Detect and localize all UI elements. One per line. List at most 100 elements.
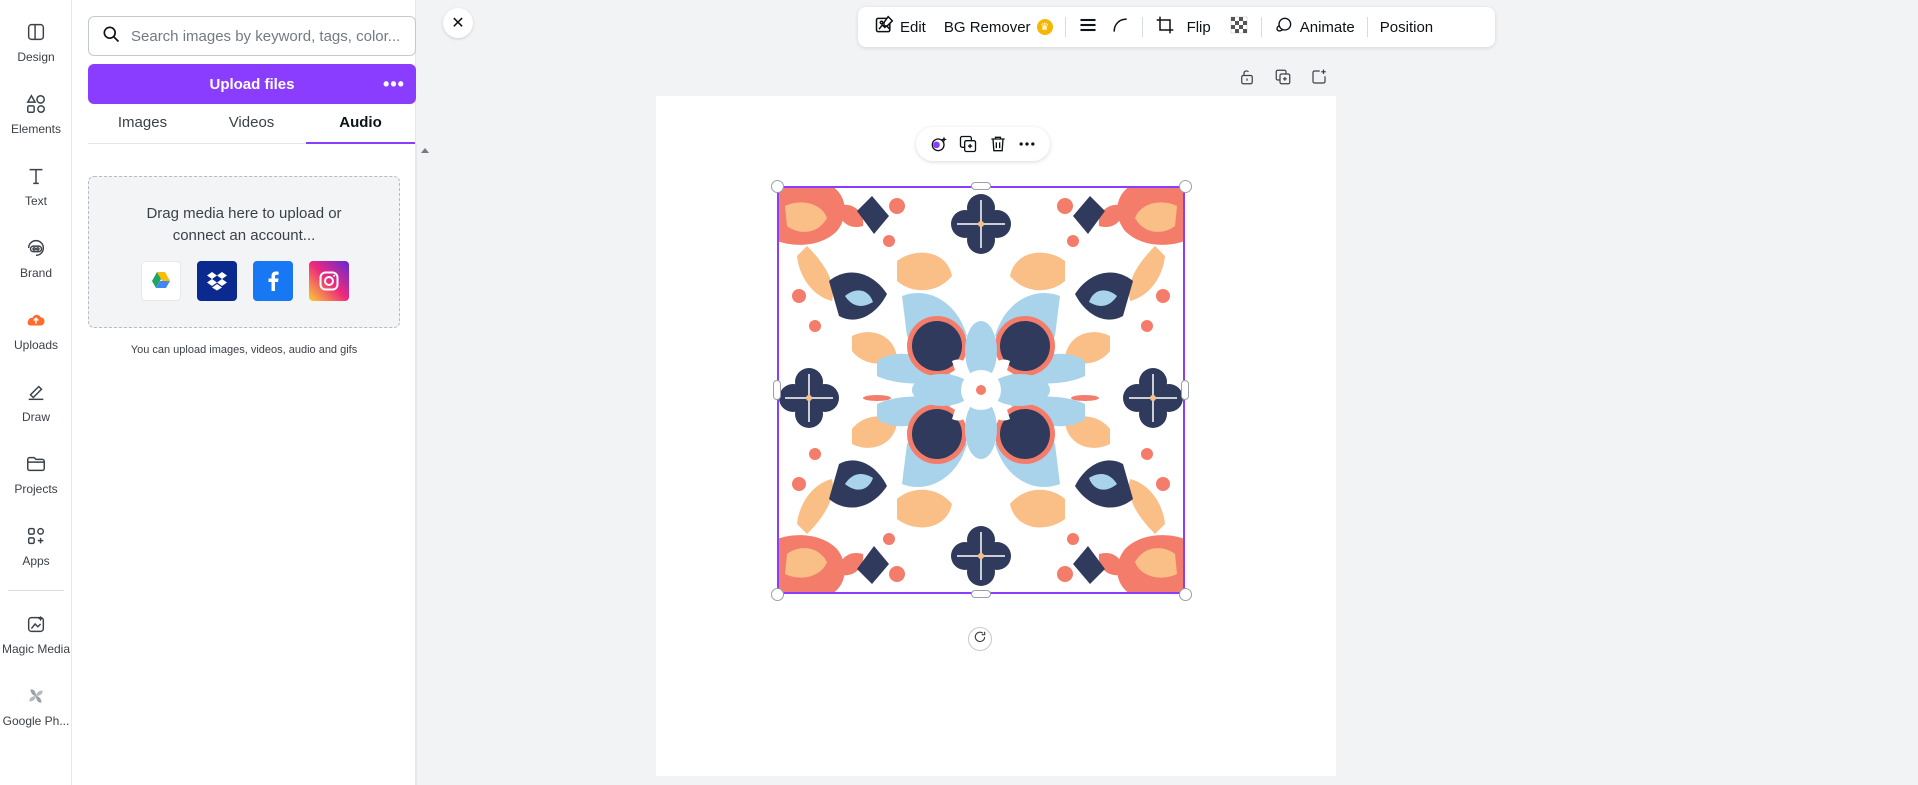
rail-item-uploads[interactable]: Uploads bbox=[0, 296, 72, 356]
rail-item-design[interactable]: Design bbox=[0, 8, 72, 68]
edit-label: Edit bbox=[900, 18, 926, 36]
dropzone-text: Drag media here to upload or connect an … bbox=[146, 205, 342, 244]
animate-button[interactable]: Animate bbox=[1268, 11, 1361, 43]
rail-label: Draw bbox=[21, 410, 50, 424]
toolbar-divider bbox=[1064, 17, 1066, 37]
resize-handle-bottom-left[interactable] bbox=[771, 588, 784, 601]
magic-media-icon bbox=[24, 612, 48, 636]
corner-rounding-button[interactable] bbox=[1104, 11, 1136, 43]
bg-remover-label: BG Remover bbox=[943, 18, 1031, 36]
left-rail: Design Elements Text Brand Uploads Draw bbox=[0, 0, 72, 785]
upload-files-label: Upload files bbox=[209, 75, 295, 93]
close-icon: ✕ bbox=[451, 15, 465, 32]
resize-handle-bottom-right[interactable] bbox=[1179, 588, 1192, 601]
resize-handle-top[interactable] bbox=[971, 182, 991, 190]
rail-item-text[interactable]: Text bbox=[0, 152, 72, 212]
rail-label: Projects bbox=[14, 482, 58, 496]
dropbox-icon[interactable] bbox=[197, 261, 237, 301]
search-icon bbox=[101, 24, 121, 49]
rail-label: Apps bbox=[22, 554, 50, 568]
rail-item-brand[interactable]: Brand bbox=[0, 224, 72, 284]
google-photos-icon bbox=[24, 684, 48, 708]
delete-icon[interactable] bbox=[986, 132, 1010, 156]
search-input[interactable] bbox=[131, 27, 401, 45]
edit-image-icon bbox=[874, 15, 894, 39]
flip-button[interactable]: Flip bbox=[1181, 11, 1217, 43]
upload-hint: You can upload images, videos, audio and… bbox=[130, 344, 358, 356]
rail-label: Elements bbox=[10, 122, 62, 136]
toolbar-divider bbox=[1260, 17, 1262, 37]
add-page-icon[interactable] bbox=[1308, 66, 1330, 88]
resize-handle-top-right[interactable] bbox=[1179, 180, 1192, 193]
instagram-icon[interactable] bbox=[309, 261, 349, 301]
elements-icon bbox=[24, 92, 48, 116]
flip-label: Flip bbox=[1186, 18, 1211, 36]
image-toolbar: Edit BG Remover ♛ Flip Animate Position bbox=[858, 7, 1495, 47]
resize-handle-top-left[interactable] bbox=[771, 180, 784, 193]
folder-icon bbox=[24, 452, 48, 476]
tab-images[interactable]: Images bbox=[88, 110, 197, 143]
resize-handle-right[interactable] bbox=[1181, 380, 1189, 400]
close-panel-button[interactable]: ✕ bbox=[443, 8, 473, 38]
lock-icon[interactable] bbox=[1236, 66, 1258, 88]
border-style-button[interactable] bbox=[1072, 11, 1104, 43]
duplicate-page-icon[interactable] bbox=[1272, 66, 1294, 88]
resize-handle-bottom[interactable] bbox=[971, 590, 991, 598]
media-tabs: Images Videos Audio bbox=[88, 110, 416, 144]
border-style-icon bbox=[1078, 15, 1098, 39]
brand-icon bbox=[24, 236, 48, 260]
uploads-panel: Upload files ••• Images Videos Audio Dra… bbox=[72, 0, 416, 785]
page-controls bbox=[1236, 66, 1330, 88]
crop-icon bbox=[1155, 15, 1175, 39]
rail-label: Magic Media bbox=[1, 642, 71, 656]
rail-item-elements[interactable]: Elements bbox=[0, 80, 72, 140]
rotate-handle[interactable] bbox=[968, 627, 992, 651]
magic-edit-icon[interactable] bbox=[927, 132, 951, 156]
toolbar-divider bbox=[1141, 17, 1143, 37]
selection-outline bbox=[777, 186, 1185, 594]
rail-item-draw[interactable]: Draw bbox=[0, 368, 72, 428]
rail-label: Uploads bbox=[13, 338, 59, 352]
scroll-up-arrow-icon[interactable] bbox=[421, 148, 429, 153]
rotate-icon bbox=[973, 630, 987, 649]
upload-files-button[interactable]: Upload files ••• bbox=[88, 64, 416, 104]
rail-label: Brand bbox=[19, 266, 53, 280]
draw-icon bbox=[24, 380, 48, 404]
duplicate-icon[interactable] bbox=[956, 132, 980, 156]
position-button[interactable]: Position bbox=[1374, 11, 1439, 43]
rail-item-magic-media[interactable]: Magic Media bbox=[0, 600, 72, 660]
rail-label: Design bbox=[17, 50, 55, 64]
uploads-icon bbox=[24, 308, 48, 332]
crop-button[interactable] bbox=[1149, 11, 1181, 43]
transparency-icon bbox=[1229, 15, 1249, 39]
panel-scrollbar[interactable] bbox=[416, 144, 432, 785]
rail-item-projects[interactable]: Projects bbox=[0, 440, 72, 500]
tab-audio[interactable]: Audio bbox=[306, 110, 415, 144]
edit-image-button[interactable]: Edit bbox=[868, 11, 932, 43]
resize-handle-left[interactable] bbox=[773, 380, 781, 400]
rail-item-google-photos[interactable]: Google Ph... bbox=[0, 672, 72, 732]
text-icon bbox=[24, 164, 48, 188]
transparency-button[interactable] bbox=[1223, 11, 1255, 43]
google-drive-icon[interactable] bbox=[141, 261, 181, 301]
toolbar-divider bbox=[1366, 17, 1368, 37]
tab-videos[interactable]: Videos bbox=[197, 110, 306, 143]
animate-label: Animate bbox=[1299, 18, 1355, 36]
rail-label: Google Ph... bbox=[2, 714, 70, 728]
apps-icon bbox=[24, 524, 48, 548]
facebook-icon[interactable] bbox=[253, 261, 293, 301]
more-options-icon[interactable]: ••• bbox=[382, 72, 406, 96]
rail-item-apps[interactable]: Apps bbox=[0, 512, 72, 572]
element-floating-bar bbox=[916, 127, 1050, 161]
rail-label: Text bbox=[24, 194, 47, 208]
design-icon bbox=[24, 20, 48, 44]
corner-rounding-icon bbox=[1110, 15, 1130, 39]
more-options-icon[interactable] bbox=[1015, 132, 1039, 156]
animate-icon bbox=[1274, 15, 1294, 39]
rail-divider bbox=[8, 590, 64, 591]
connect-services bbox=[141, 261, 349, 301]
bg-remover-button[interactable]: BG Remover ♛ bbox=[938, 11, 1059, 43]
search-box[interactable] bbox=[88, 16, 416, 56]
upload-dropzone[interactable]: Drag media here to upload or connect an … bbox=[88, 176, 400, 328]
crown-icon: ♛ bbox=[1036, 19, 1053, 35]
